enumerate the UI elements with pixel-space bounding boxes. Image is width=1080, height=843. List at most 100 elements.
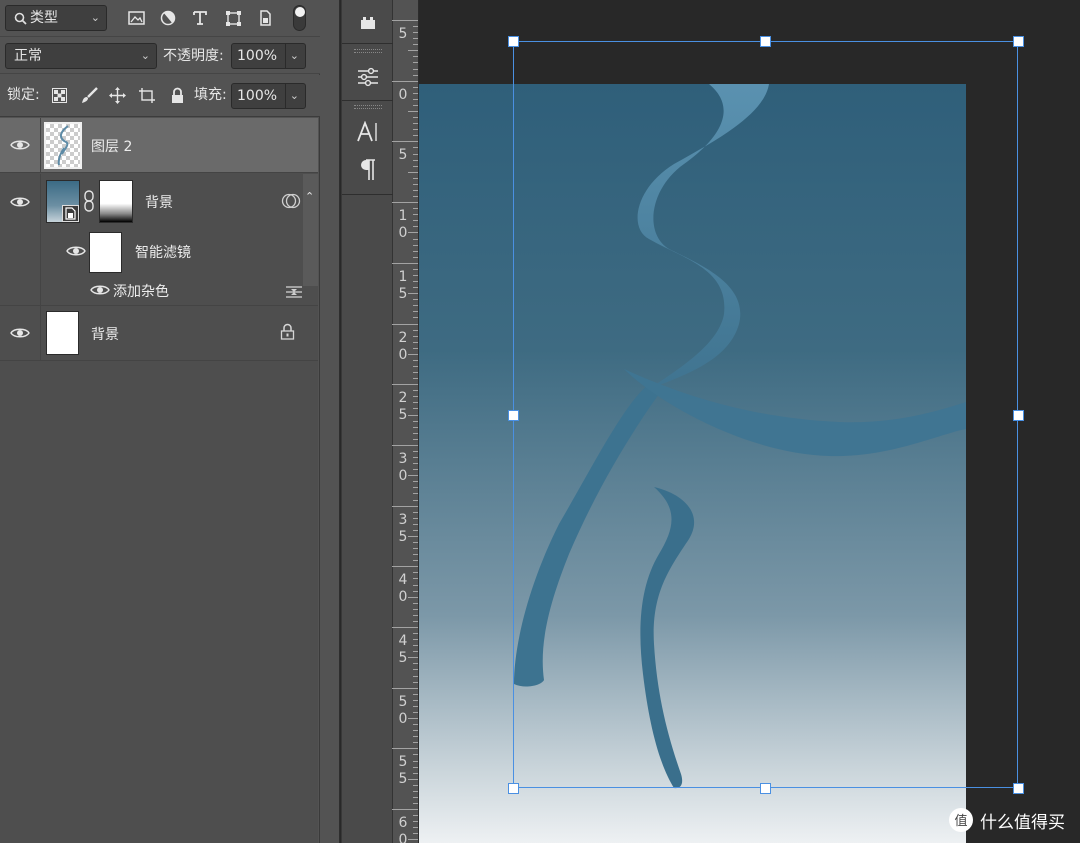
lock-fill-bar: 锁定: 填充: 100% ⌄: [0, 75, 320, 117]
layers-panel: 类型 ⌄ 正常 ⌄ 不透明度: 100% ⌄ 锁定: 填充: 100% ⌄ 图层…: [0, 0, 320, 843]
filter-add-noise-row[interactable]: 添加杂色: [41, 276, 303, 304]
chevron-down-icon[interactable]: ⌄: [284, 84, 299, 108]
ruler-label: 20: [398, 329, 408, 363]
visibility-eye-icon[interactable]: [66, 244, 86, 258]
lock-all-icon[interactable]: [166, 84, 188, 106]
smart-filters-indicator-icon[interactable]: [281, 192, 301, 210]
ruler-major-tick: [392, 627, 418, 628]
ruler-minor-tick: [413, 699, 418, 701]
blend-mode-value: 正常: [14, 48, 42, 64]
transform-handle-top-right[interactable]: [1013, 36, 1024, 47]
adjustments-sliders-icon[interactable]: [342, 60, 394, 94]
ruler-minor-tick: [413, 347, 418, 349]
fill-field[interactable]: 100% ⌄: [231, 83, 306, 109]
chevron-down-icon: ⌄: [90, 11, 100, 24]
photoshop-window: 类型 ⌄ 正常 ⌄ 不透明度: 100% ⌄ 锁定: 填充: 100% ⌄ 图层…: [0, 0, 1080, 843]
adjustment-filter-icon[interactable]: [157, 7, 179, 29]
ruler-minor-tick: [413, 214, 418, 216]
lock-position-move-icon[interactable]: [106, 84, 128, 106]
ruler-minor-tick: [413, 608, 418, 610]
ruler-minor-tick: [413, 827, 418, 829]
ruler-major-tick: [392, 141, 418, 143]
layer-row-background[interactable]: 背景: [0, 306, 318, 361]
ruler-minor-tick: [413, 396, 418, 398]
ruler-minor-tick: [413, 129, 418, 131]
background-thumbnail[interactable]: [46, 311, 79, 355]
ruler-minor-tick: [413, 220, 418, 222]
layer-row-layer2[interactable]: 图层 2: [0, 118, 318, 173]
transform-handle-bottom-center[interactable]: [760, 783, 771, 794]
plugins-icon[interactable]: [342, 10, 394, 36]
smart-filter-mask-white[interactable]: [89, 232, 122, 273]
ruler-minor-tick: [413, 86, 418, 88]
layer-lock-icon[interactable]: [280, 323, 295, 340]
ruler-minor-tick: [413, 590, 418, 592]
lock-transparent-pixels-icon[interactable]: [48, 84, 70, 106]
background-name[interactable]: 背景: [91, 324, 119, 344]
chevron-down-icon[interactable]: ⌄: [284, 44, 299, 68]
ruler-minor-tick: [408, 475, 418, 477]
type-filter-icon[interactable]: [189, 7, 211, 29]
ruler-minor-tick: [413, 584, 418, 586]
paragraph-panel-icon[interactable]: [342, 154, 394, 186]
ruler-minor-tick: [413, 117, 418, 119]
smart-object-filter-icon[interactable]: [254, 7, 276, 29]
mask-link-chain-icon[interactable]: [83, 190, 95, 212]
smart-object-thumbnail[interactable]: [46, 180, 80, 223]
visibility-eye-icon[interactable]: [90, 283, 110, 297]
layer2-thumbnail[interactable]: [44, 122, 82, 169]
ruler-major-tick: [392, 384, 418, 386]
ruler-minor-tick: [413, 299, 418, 301]
ruler-minor-tick: [413, 669, 418, 671]
ruler-minor-tick: [413, 256, 418, 258]
transform-handle-bottom-left[interactable]: [508, 783, 519, 794]
transform-handle-middle-right[interactable]: [1013, 410, 1024, 421]
lock-image-pixels-brush-icon[interactable]: [78, 84, 100, 106]
ruler-minor-tick: [413, 268, 418, 270]
transform-bounding-box[interactable]: [513, 41, 1018, 788]
ruler-minor-tick: [413, 602, 418, 604]
filter-toggle-switch[interactable]: [293, 5, 306, 31]
visibility-eye-icon[interactable]: [10, 195, 30, 209]
character-panel-icon[interactable]: [342, 116, 394, 148]
transform-handle-middle-left[interactable]: [508, 410, 519, 421]
smart-filters-row[interactable]: 智能滤镜: [41, 230, 303, 273]
layer-row-smart-object[interactable]: 背景 ⌃: [0, 174, 318, 306]
lock-artboard-icon[interactable]: [136, 84, 158, 106]
ruler-minor-tick: [408, 778, 418, 780]
ruler-label: 25: [398, 390, 408, 424]
panel-grip[interactable]: [354, 49, 382, 53]
ruler-minor-tick: [413, 560, 418, 562]
site-watermark: 值 什么值得买: [948, 805, 1065, 835]
smart-object-name[interactable]: 背景: [145, 192, 173, 212]
ruler-minor-tick: [413, 62, 418, 64]
opacity-field[interactable]: 100% ⌄: [231, 43, 306, 69]
ruler-minor-tick: [413, 244, 418, 246]
ruler-minor-tick: [413, 463, 418, 465]
image-filter-icon[interactable]: [125, 7, 147, 29]
visibility-eye-icon[interactable]: [10, 138, 30, 152]
ruler-minor-tick: [413, 183, 418, 185]
filter-kind-select[interactable]: 类型 ⌄: [5, 5, 107, 31]
shape-filter-icon[interactable]: [222, 7, 244, 29]
layer2-name[interactable]: 图层 2: [91, 136, 132, 156]
smart-filter-mask-thumbnail[interactable]: [99, 180, 133, 223]
ruler-minor-tick: [413, 511, 418, 513]
ruler-minor-tick: [408, 414, 418, 416]
panel-grip[interactable]: [354, 105, 382, 109]
ruler-minor-tick: [413, 189, 418, 191]
visibility-eye-icon[interactable]: [10, 326, 30, 340]
ruler-minor-tick: [413, 766, 418, 768]
ruler-minor-tick: [408, 839, 418, 841]
transform-handle-top-left[interactable]: [508, 36, 519, 47]
collapse-effects-toggle[interactable]: ⌃: [303, 174, 318, 286]
ruler-minor-tick: [413, 56, 418, 58]
ruler-minor-tick: [413, 754, 418, 756]
transform-handle-bottom-right[interactable]: [1013, 783, 1024, 794]
ruler-major-tick: [392, 505, 418, 507]
blend-mode-select[interactable]: 正常 ⌄: [5, 43, 157, 69]
filter-blending-options-icon[interactable]: [285, 284, 303, 298]
transform-handle-top-center[interactable]: [760, 36, 771, 47]
vertical-ruler[interactable]: 5051015202530354045505560: [392, 0, 419, 843]
ruler-minor-tick: [413, 438, 418, 440]
